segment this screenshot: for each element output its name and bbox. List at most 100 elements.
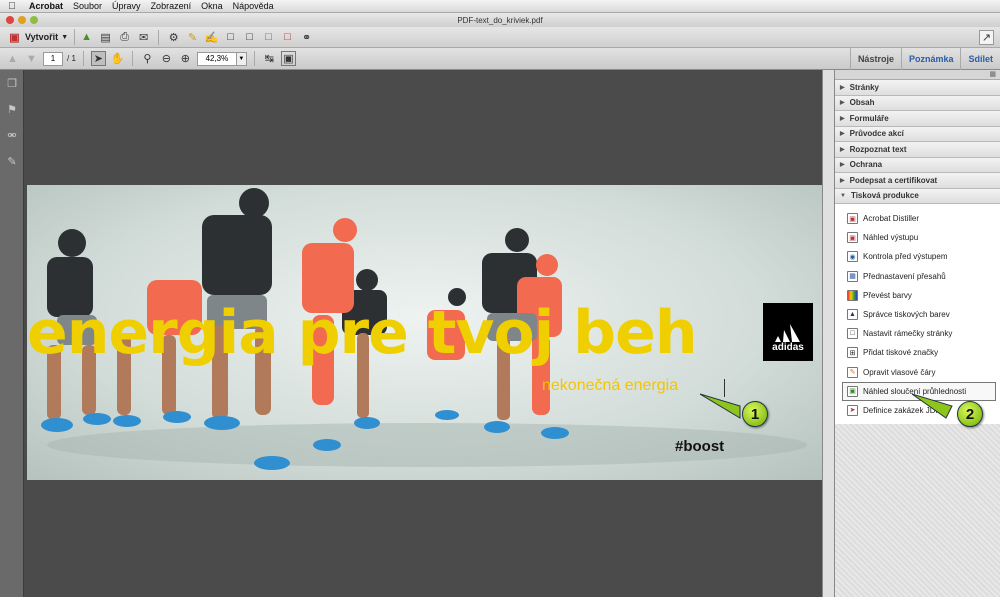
page-number-input[interactable] [43,51,63,66]
menu-zobrazeni[interactable]: Zobrazení [146,1,197,11]
left-navigation-pane: ❐ ⚑ ⚮ ✎ [0,70,24,597]
tool-ink-manager[interactable]: ▲ Správce tiskových barev [835,305,1000,324]
comment-icon[interactable]: ✎ [185,30,200,45]
open-file-icon[interactable]: ▲ [79,30,94,45]
expand-arrow-icon: ▶ [840,84,845,91]
tool-label: Správce tiskových barev [863,310,950,320]
page-tools-icon[interactable]: □ [223,30,238,45]
select-tool-icon[interactable]: ➤ [90,51,106,66]
tool-fix-hairlines[interactable]: ✎ Opravit vlasové čáry [835,363,1000,382]
panel-options-icon[interactable]: ▦ [989,70,996,78]
menu-soubor[interactable]: Soubor [68,1,107,11]
callout-2-tail [912,394,953,419]
tool-preflight[interactable]: ◉ Kontrola před výstupem [835,247,1000,266]
tool-label: Acrobat Distiller [863,214,920,224]
create-button[interactable]: ▣ Vytvořit ▼ [5,29,76,45]
tool-label: Nastavit rámečky stránky [863,329,953,339]
document-scrollbar[interactable] [822,70,834,597]
marquee-zoom-icon[interactable]: ⚲ [140,51,155,66]
create-pdf-icon: ▣ [9,31,20,44]
section-label: Stránky [849,82,879,92]
menu-bar:  Acrobat Soubor Úpravy Zobrazení Okna N… [0,0,1000,13]
banner-hashtag: #boost [675,438,725,455]
preflight-icon: ◉ [847,251,858,263]
section-label: Rozpoznat text [849,144,907,154]
attachment-icon[interactable]: ⚮ [0,122,24,148]
fullscreen-icon[interactable]: ↗ [979,30,994,45]
tool-output-preview[interactable]: ▣ Náhled výstupu [835,228,1000,247]
output-preview-icon: ▣ [847,232,858,244]
zoom-dropdown-icon[interactable]: ▼ [236,51,247,66]
main-toolbar: ▣ Vytvořit ▼ ▲ ▤ ⎙ ✉ ⚙ ✎ ✍ □ □ □ □ ⚭ ↗ [0,27,1000,48]
convert-colors-icon [847,289,858,301]
tab-comment[interactable]: Poznámka [900,48,961,70]
expand-arrow-icon: ▶ [840,131,845,138]
zoom-in-icon[interactable]: ⊕ [178,51,193,66]
zoom-out-icon[interactable]: ⊖ [159,51,174,66]
toolbar-divider [82,51,84,66]
menu-okna[interactable]: Okna [196,1,228,11]
export-icon[interactable]: □ [242,30,257,45]
menu-acrobat[interactable]: Acrobat [24,1,68,11]
settings-icon[interactable]: ⚙ [166,30,181,45]
section-content[interactable]: ▶ Obsah [835,95,1000,111]
panel-tabs: Nástroje Poznámka Sdílet [849,48,1000,70]
minimize-window-button[interactable] [18,16,26,24]
tab-share[interactable]: Sdílet [960,48,1000,70]
panel-header: ▦ [835,70,1000,80]
adidas-logo-text: adidas [772,342,804,353]
menu-napoveda[interactable]: Nápověda [228,1,279,11]
apple-icon[interactable]:  [0,1,24,12]
section-print-production[interactable]: ▼ Tisková produkce [835,188,1000,204]
zoom-window-button[interactable] [30,16,38,24]
section-label: Formuláře [849,113,889,123]
page-total: / 1 [67,54,76,63]
zoom-select[interactable]: ▼ [196,51,247,66]
menu-upravy[interactable]: Úpravy [107,1,146,11]
page-thumbnails-icon[interactable]: ❐ [0,70,24,96]
expand-arrow-icon: ▶ [840,177,845,184]
tab-tools[interactable]: Nástroje [849,48,901,70]
chevron-down-icon: ▼ [61,33,69,41]
zoom-input[interactable] [196,51,237,66]
signature-icon[interactable]: ✎ [0,148,24,174]
tools-panel: ▦ ▶ Stránky ▶ Obsah ▶ Formuláře ▶ Průvodce a… [834,70,1000,597]
tool-convert-colors[interactable]: Převést barvy [835,286,1000,305]
adidas-stripes-icon [775,324,800,342]
section-recognize-text[interactable]: ▶ Rozpoznat text [835,142,1000,158]
extract-icon[interactable]: □ [280,30,295,45]
expand-arrow-icon: ▶ [840,162,845,169]
save-icon[interactable]: ▤ [98,30,113,45]
hand-tool-icon[interactable]: ✋ [110,51,125,66]
insert-page-icon[interactable]: □ [261,30,276,45]
comment-list-icon[interactable]: ✍ [204,30,219,45]
email-icon[interactable]: ✉ [136,30,151,45]
section-action-wizard[interactable]: ▶ Průvodce akcí [835,126,1000,142]
tool-label: Převést barvy [863,290,912,300]
tool-acrobat-distiller[interactable]: ▣ Acrobat Distiller [835,209,1000,228]
banner-subline: nekonečná energia [542,377,679,394]
adidas-logo: adidas [763,303,813,361]
section-forms[interactable]: ▶ Formuláře [835,111,1000,127]
window-title: PDF-text_do_kriviek.pdf [457,15,543,25]
section-pages[interactable]: ▶ Stránky [835,80,1000,96]
window-controls [6,16,38,24]
section-protection[interactable]: ▶ Ochrana [835,157,1000,173]
link-icon[interactable]: ⚭ [299,30,314,45]
fit-width-icon[interactable]: ↹ [262,51,277,66]
section-sign-certify[interactable]: ▶ Podepsat a certifikovat [835,173,1000,189]
panel-empty-area [835,424,1000,597]
section-label: Tisková produkce [850,191,919,201]
fit-page-icon[interactable]: ▣ [280,51,296,66]
distiller-icon: ▣ [847,213,858,225]
tool-add-printer-marks[interactable]: ⊞ Přidat tiskové značky [835,343,1000,362]
tool-trap-presets[interactable]: ▦ Přednastavení přesahů [835,267,1000,286]
close-window-button[interactable] [6,16,14,24]
print-icon[interactable]: ⎙ [117,30,132,45]
next-page-icon[interactable]: ▼ [24,51,39,66]
page-boxes-icon: □ [847,328,858,340]
bookmark-icon[interactable]: ⚑ [0,96,24,122]
previous-page-icon[interactable]: ▲ [5,51,20,66]
tool-set-page-boxes[interactable]: □ Nastavit rámečky stránky [835,324,1000,343]
expand-arrow-icon: ▶ [840,146,845,153]
